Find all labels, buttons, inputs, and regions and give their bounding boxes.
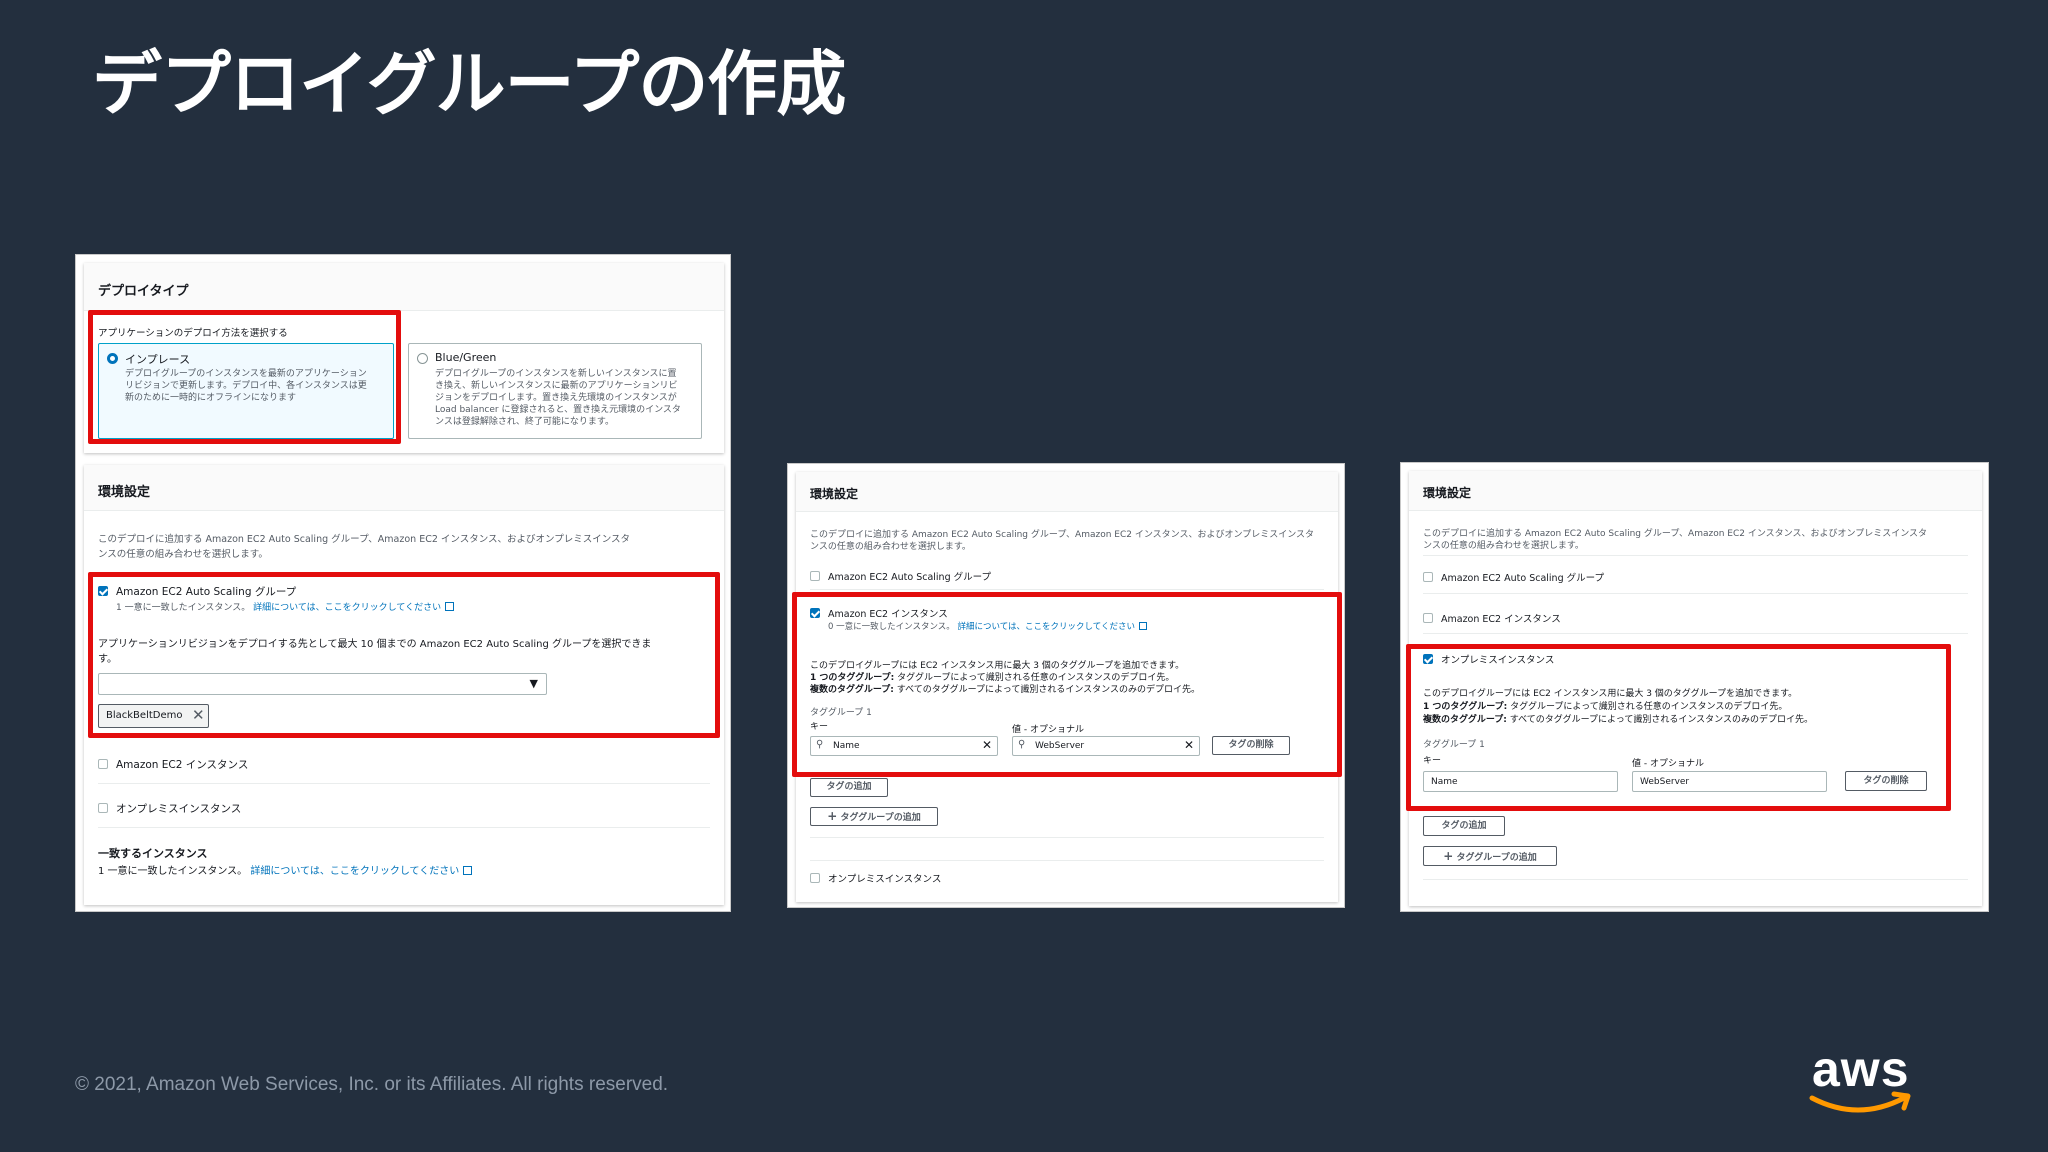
external-link-icon xyxy=(463,866,473,875)
env-desc-2: ンスの任意の組み合わせを選択します。 xyxy=(1423,541,1584,551)
aws-smile-icon xyxy=(1809,1091,1911,1113)
plus-icon: + xyxy=(1443,849,1454,863)
ec2-checkbox[interactable] xyxy=(1423,613,1433,623)
ec2-checkbox[interactable] xyxy=(98,759,108,769)
asg-label: Amazon EC2 Auto Scaling グループ xyxy=(1441,573,1605,584)
highlight-onprem-tags xyxy=(1406,644,1951,811)
env-config-title: 環境設定 xyxy=(1423,486,1472,500)
add-tag-button[interactable]: タグの追加 xyxy=(810,778,888,797)
onprem-label: オンプレミスインスタンス xyxy=(116,803,242,815)
asg-label: Amazon EC2 Auto Scaling グループ xyxy=(828,572,992,583)
env-desc-1: このデプロイに追加する Amazon EC2 Auto Scaling グループ… xyxy=(98,534,631,545)
asg-checkbox[interactable] xyxy=(810,571,820,581)
bluegreen-desc-5: ンスは登録解除され、終了可能になります。 xyxy=(435,417,615,427)
matching-text: 1 一意に一致したインスタンス。 詳細については、ここをクリックしてください xyxy=(98,862,473,877)
matching-details-link[interactable]: 詳細については、ここをクリックしてください xyxy=(250,866,459,877)
divider xyxy=(810,589,1324,590)
divider xyxy=(1423,879,1968,880)
onprem-checkbox[interactable] xyxy=(810,873,820,883)
ec2-label: Amazon EC2 インスタンス xyxy=(116,759,249,771)
divider xyxy=(1423,555,1968,556)
onprem-label: オンプレミスインスタンス xyxy=(828,874,942,885)
deploy-type-title: デプロイタイプ xyxy=(98,284,189,299)
add-tag-button[interactable]: タグの追加 xyxy=(1423,816,1505,836)
divider xyxy=(810,837,1324,838)
aws-logo: aws xyxy=(1808,1041,1918,1122)
env-config-title: 環境設定 xyxy=(810,487,859,501)
ec2-label: Amazon EC2 インスタンス xyxy=(1441,614,1561,625)
divider xyxy=(98,827,710,828)
add-tag-group-button[interactable]: + タググループの追加 xyxy=(810,807,938,826)
matching-title: 一致するインスタンス xyxy=(98,847,208,860)
highlight-auto-scaling xyxy=(88,572,720,738)
plus-icon: + xyxy=(827,809,838,823)
env-config-title: 環境設定 xyxy=(98,485,151,500)
divider xyxy=(98,783,710,784)
screenshot-panel-onprem-instances: 環境設定 このデプロイに追加する Amazon EC2 Auto Scaling… xyxy=(1400,462,1989,912)
divider xyxy=(810,860,1324,861)
divider xyxy=(1423,633,1968,634)
slide-title: デプロイグループの作成 xyxy=(92,43,846,125)
onprem-checkbox[interactable] xyxy=(98,803,108,813)
bluegreen-option-tile[interactable]: Blue/Green デプロイグループのインスタンスを新しいインスタンスに置 き… xyxy=(408,343,702,439)
screenshot-panel-ec2-instances: 環境設定 このデプロイに追加する Amazon EC2 Auto Scaling… xyxy=(787,463,1345,908)
bluegreen-radio[interactable] xyxy=(417,353,428,364)
add-tag-group-button[interactable]: + タググループの追加 xyxy=(1423,846,1557,866)
env-desc-2: ンスの任意の組み合わせを選択します。 xyxy=(98,549,268,560)
highlight-ec2-tags xyxy=(792,592,1342,777)
bluegreen-label: Blue/Green xyxy=(435,351,497,364)
copyright-footer: © 2021, Amazon Web Services, Inc. or its… xyxy=(75,1074,669,1095)
env-desc-2: ンスの任意の組み合わせを選択します。 xyxy=(810,542,971,552)
screenshot-panel-deploy-type: デプロイタイプ アプリケーションのデプロイ方法を選択する インプレース デプロイ… xyxy=(75,254,731,912)
asg-checkbox[interactable] xyxy=(1423,572,1433,582)
divider xyxy=(1423,593,1968,594)
highlight-deploy-method xyxy=(88,310,401,444)
